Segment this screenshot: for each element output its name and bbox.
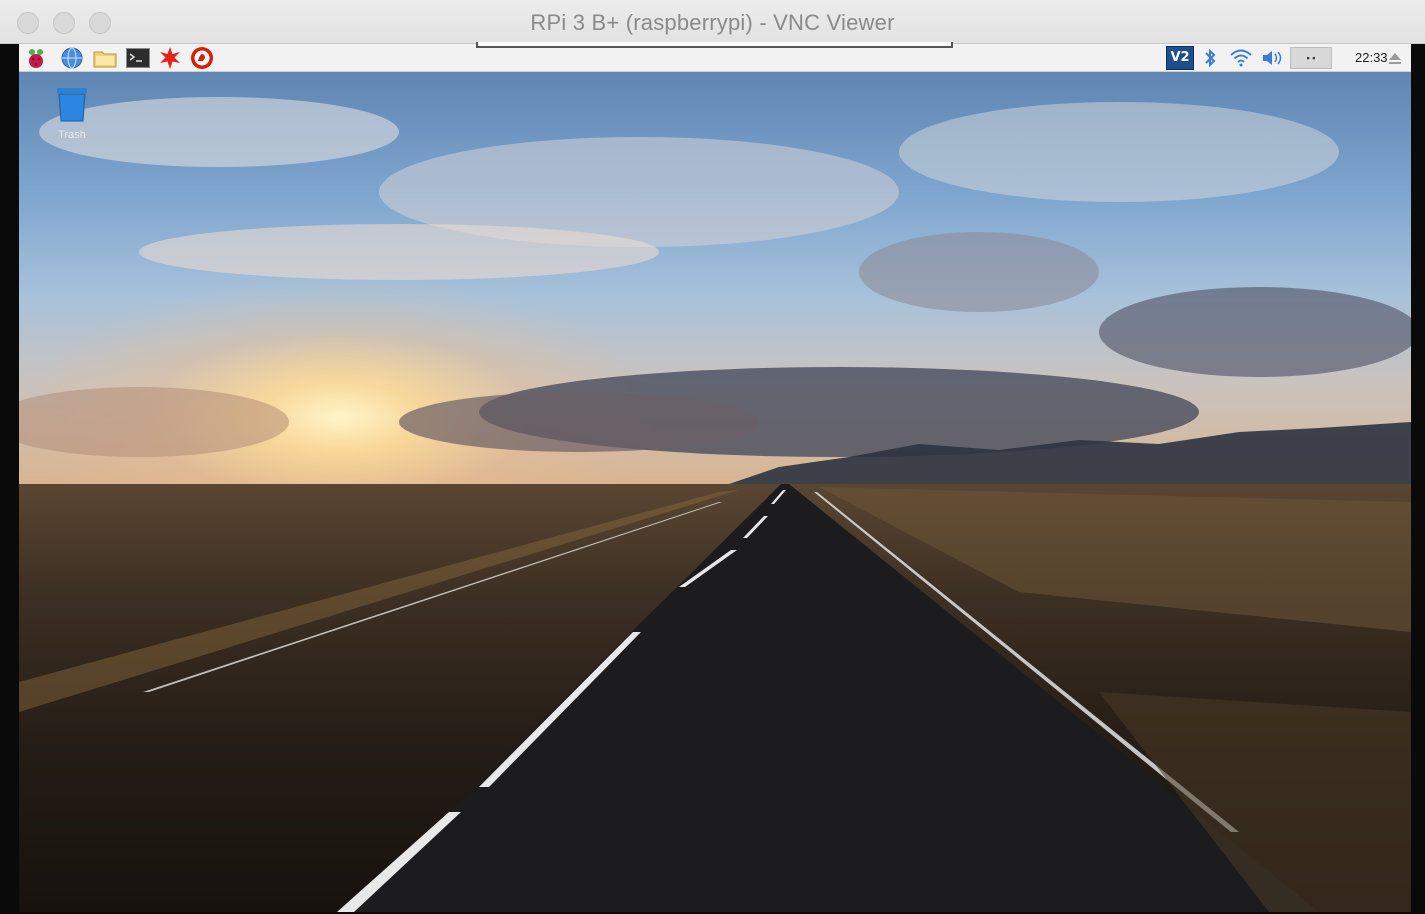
web-browser-icon[interactable]	[59, 46, 85, 70]
vnc-server-icon[interactable]: V2	[1165, 46, 1195, 70]
remote-screen[interactable]: V2 ▪ ▪ 22:33 Trash	[0, 44, 1425, 914]
window-title: RPi 3 B+ (raspberrypi) - VNC Viewer	[530, 10, 895, 35]
wifi-icon[interactable]	[1228, 46, 1254, 70]
vnc-label: V2	[1166, 46, 1194, 70]
trash-icon	[57, 88, 87, 122]
clock[interactable]: 22:33	[1355, 50, 1388, 65]
wolfram-icon[interactable]	[189, 46, 215, 70]
window-titlebar[interactable]: RPi 3 B+ (raspberrypi) - VNC Viewer	[0, 0, 1425, 44]
wallpaper-landscape	[19, 97, 1411, 912]
mathematica-icon[interactable]	[157, 46, 183, 70]
volume-icon[interactable]	[1259, 46, 1285, 70]
vnc-toolbar-handle[interactable]	[476, 42, 953, 48]
cpu-monitor-graph: ▪ ▪	[1306, 53, 1316, 63]
raspberry-menu-icon[interactable]	[23, 46, 49, 70]
file-manager-icon[interactable]	[92, 46, 118, 70]
bluetooth-icon[interactable]	[1199, 46, 1221, 70]
terminal-icon[interactable]	[125, 46, 151, 70]
eject-icon[interactable]	[1385, 46, 1405, 70]
trash-desktop-icon[interactable]: Trash	[49, 86, 95, 141]
trash-label: Trash	[58, 129, 86, 141]
taskbar: V2 ▪ ▪ 22:33	[19, 44, 1411, 72]
desktop[interactable]: Trash	[19, 72, 1411, 912]
cpu-monitor[interactable]: ▪ ▪	[1290, 47, 1332, 69]
